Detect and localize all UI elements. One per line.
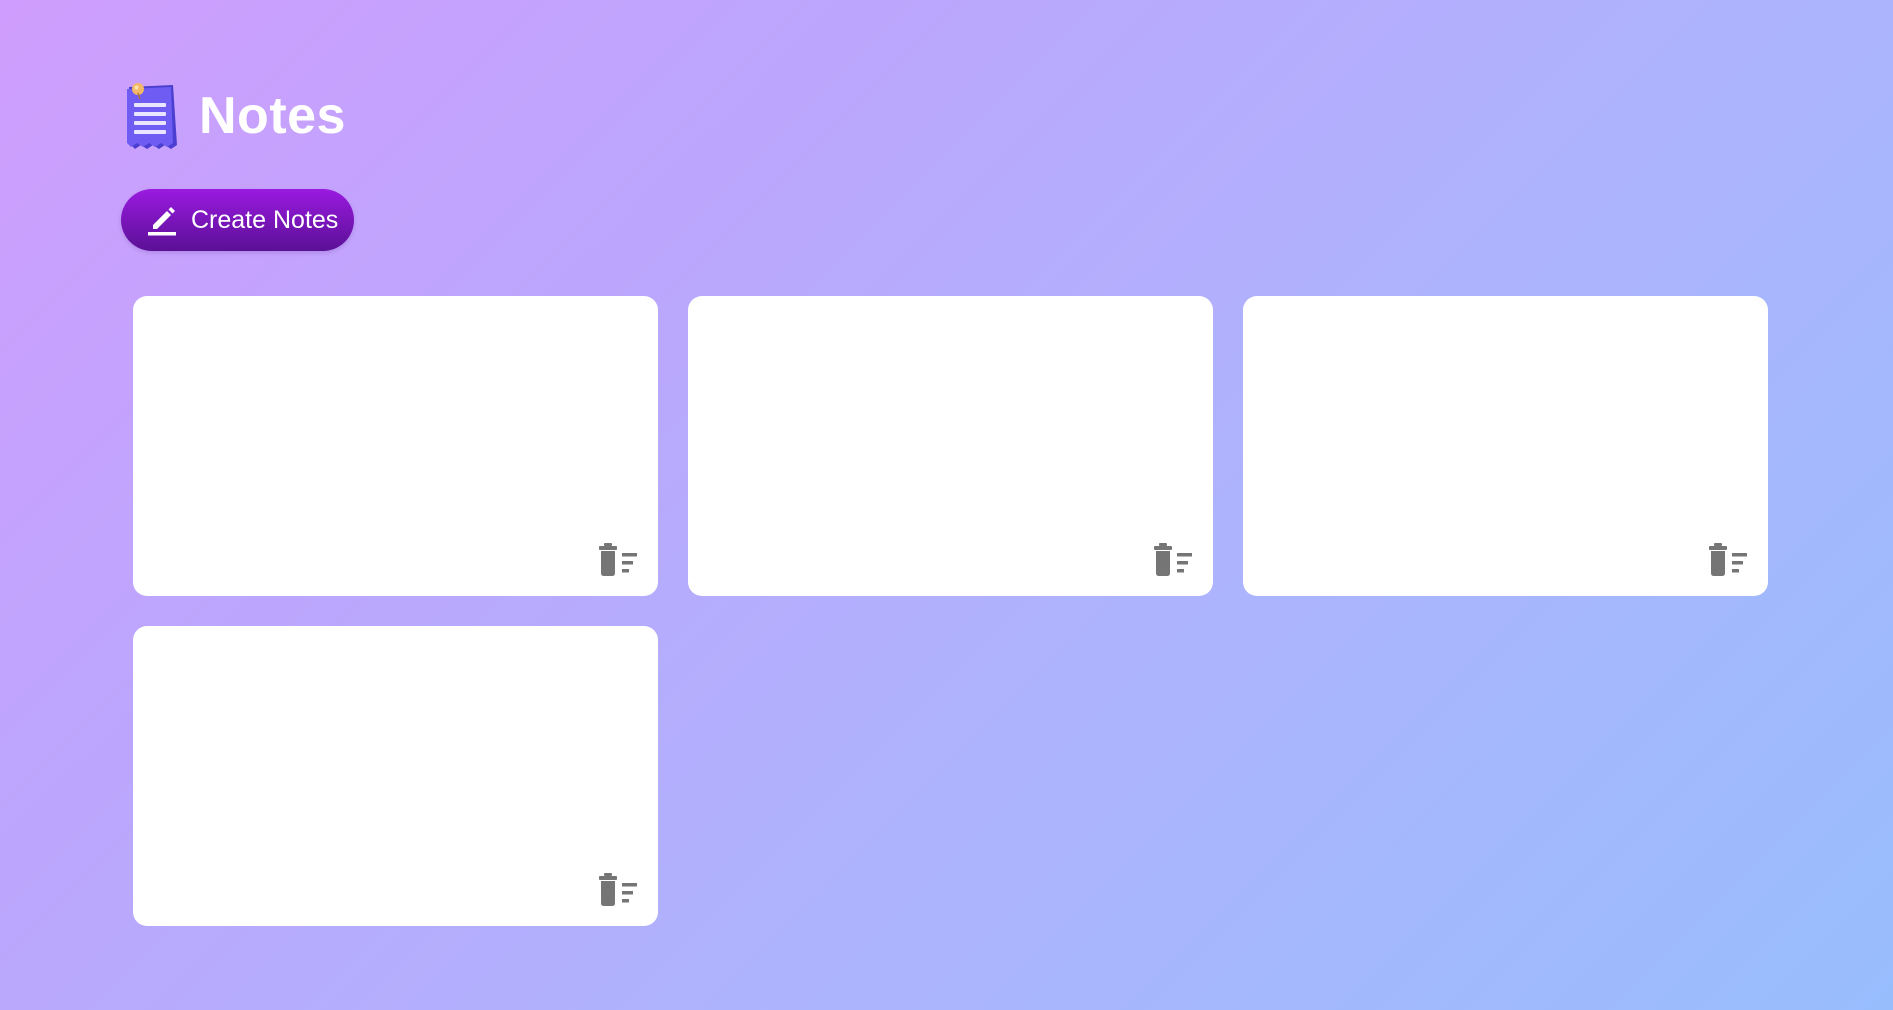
note-card xyxy=(688,296,1213,596)
note-card xyxy=(133,626,658,926)
delete-sweep-icon xyxy=(1709,543,1747,576)
create-notes-button[interactable]: Create Notes xyxy=(121,189,355,251)
note-textarea[interactable] xyxy=(133,626,658,876)
notes-grid xyxy=(133,296,1781,926)
delete-sweep-icon xyxy=(599,873,637,906)
note-textarea[interactable] xyxy=(133,296,658,546)
page-title: Notes xyxy=(199,87,346,145)
notepad-icon xyxy=(121,79,187,153)
notes-app: Notes Create Notes xyxy=(121,76,1781,926)
note-card xyxy=(133,296,658,596)
delete-sweep-icon xyxy=(599,543,637,576)
pencil-icon xyxy=(147,203,177,237)
delete-note-button[interactable] xyxy=(598,872,638,908)
note-textarea[interactable] xyxy=(688,296,1213,546)
delete-sweep-icon xyxy=(1154,543,1192,576)
note-textarea[interactable] xyxy=(1243,296,1768,546)
note-card xyxy=(1243,296,1768,596)
create-notes-label: Create Notes xyxy=(191,205,339,234)
delete-note-button[interactable] xyxy=(1708,542,1748,578)
app-header: Notes xyxy=(121,76,1781,156)
delete-note-button[interactable] xyxy=(1153,542,1193,578)
delete-note-button[interactable] xyxy=(598,542,638,578)
